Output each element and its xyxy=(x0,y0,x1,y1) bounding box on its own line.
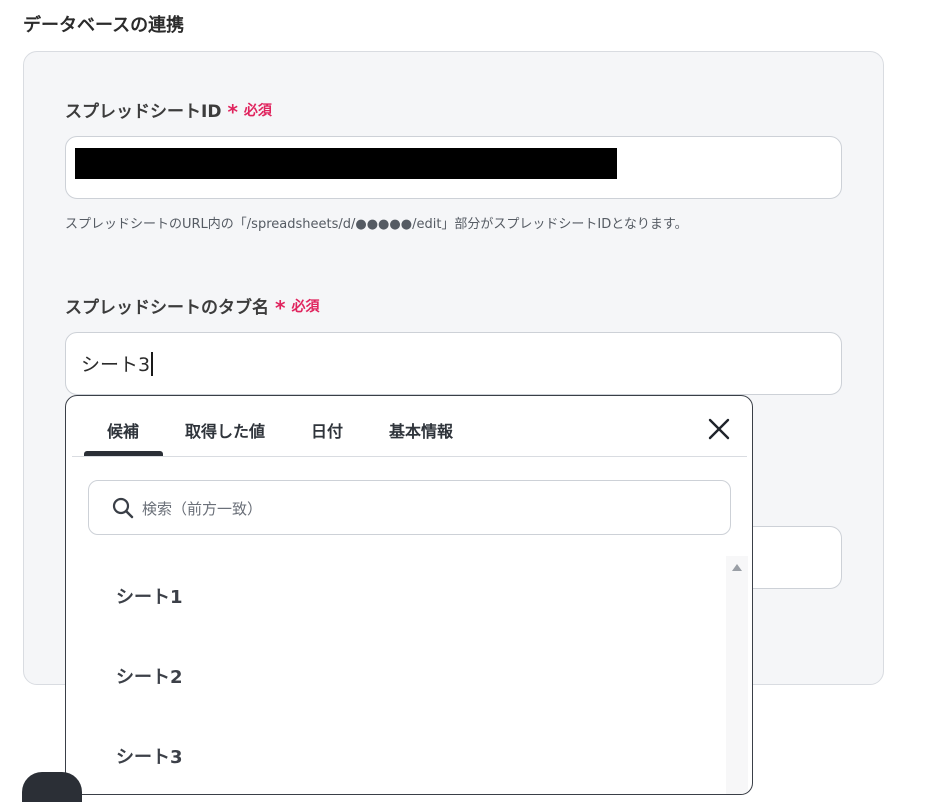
close-icon[interactable] xyxy=(704,414,734,444)
dropdown-search-input[interactable]: 検索（前方一致） xyxy=(88,480,731,535)
tab-name-value-text: シート3 xyxy=(81,354,151,376)
spreadsheet-id-label: スプレッドシートID * 必須 xyxy=(65,97,272,124)
tabs-divider xyxy=(72,456,747,457)
redacted-value xyxy=(75,148,617,179)
search-icon xyxy=(111,496,135,520)
search-placeholder: 検索（前方一致） xyxy=(142,500,263,518)
floating-button-partial[interactable] xyxy=(22,772,82,802)
tab-date[interactable]: 日付 xyxy=(311,418,343,442)
suggestion-dropdown: 候補 取得した値 日付 基本情報 検索（前方一致） シート1 シート2 シート3 xyxy=(65,395,753,795)
tab-name-input[interactable]: シート3 xyxy=(65,332,842,395)
section-title: データベースの連携 xyxy=(23,15,185,36)
scrollbar[interactable] xyxy=(726,556,748,794)
tab-basic-info[interactable]: 基本情報 xyxy=(389,418,453,442)
spreadsheet-id-input[interactable] xyxy=(65,136,842,199)
required-badge: 必須 xyxy=(291,298,320,315)
required-asterisk: * xyxy=(227,99,238,124)
tab-candidates[interactable]: 候補 xyxy=(107,418,139,442)
spreadsheet-id-label-text: スプレッドシートID xyxy=(65,102,222,122)
scroll-up-arrow-icon[interactable] xyxy=(732,564,742,571)
required-badge: 必須 xyxy=(243,102,272,119)
tab-name-label: スプレッドシートのタブ名 * 必須 xyxy=(65,293,320,320)
required-asterisk: * xyxy=(275,295,286,320)
option-sheet3[interactable]: シート3 xyxy=(116,743,183,769)
dropdown-tabs: 候補 取得した値 日付 基本情報 xyxy=(66,396,752,458)
text-caret xyxy=(151,351,154,376)
tab-name-input-value: シート3 xyxy=(81,350,154,377)
spreadsheet-id-help-text: スプレッドシートのURL内の「/spreadsheets/d/●●●●●/edi… xyxy=(65,217,688,232)
option-sheet1[interactable]: シート1 xyxy=(116,583,183,609)
tab-name-label-text: スプレッドシートのタブ名 xyxy=(65,298,269,318)
tab-retrieved-values[interactable]: 取得した値 xyxy=(185,418,265,442)
option-sheet2[interactable]: シート2 xyxy=(116,663,183,689)
